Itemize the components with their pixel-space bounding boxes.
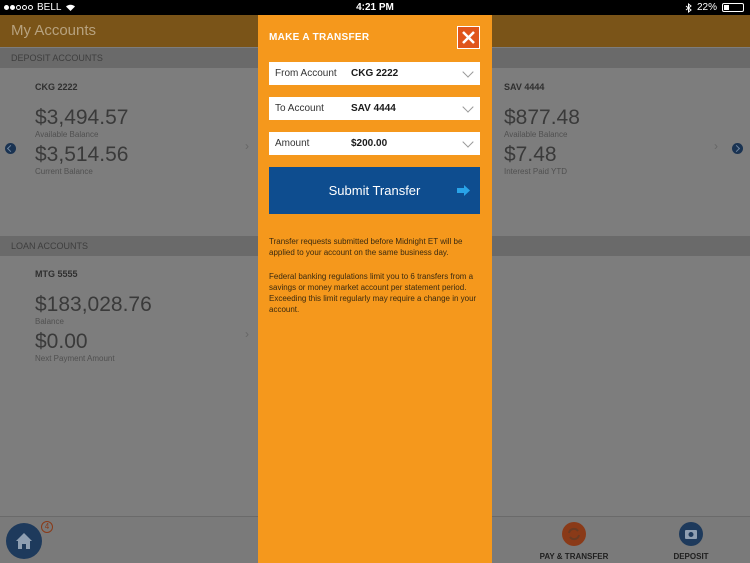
- field-label: To Account: [275, 103, 324, 114]
- bluetooth-icon: [685, 2, 692, 13]
- page-title: My Accounts: [11, 22, 97, 39]
- account-name: CKG 2222: [35, 82, 78, 92]
- transfer-icon: [562, 522, 586, 546]
- close-icon: [462, 31, 475, 44]
- chevron-right-icon: ›: [714, 139, 718, 153]
- current-balance-label: Current Balance: [35, 167, 93, 176]
- notification-badge: 4: [41, 521, 53, 533]
- account-card-sav[interactable]: SAV 4444 $877.48 Available Balance $7.48…: [504, 82, 580, 176]
- home-button[interactable]: [6, 523, 42, 559]
- chevron-down-icon: [462, 101, 474, 113]
- arrow-right-icon: [457, 185, 470, 196]
- loan-balance: $183,028.76: [35, 293, 152, 316]
- account-name: MTG 5555: [35, 269, 78, 279]
- prev-account-icon[interactable]: [5, 143, 16, 154]
- interest-paid-label: Interest Paid YTD: [504, 167, 567, 176]
- loan-balance-label: Balance: [35, 317, 64, 326]
- from-account-select[interactable]: From Account CKG 2222: [269, 62, 480, 85]
- current-balance: $3,514.56: [35, 143, 129, 166]
- transfer-cutoff-note: Transfer requests submitted before Midni…: [269, 237, 463, 257]
- battery-icon: [722, 3, 744, 12]
- account-name: SAV 4444: [504, 82, 545, 92]
- next-payment: $0.00: [35, 330, 88, 353]
- chevron-down-icon: [462, 66, 474, 78]
- tab-pay-transfer[interactable]: PAY & TRANSFER: [535, 522, 613, 561]
- tab-deposit[interactable]: DEPOSIT: [665, 522, 717, 561]
- field-value: $200.00: [351, 138, 388, 149]
- field-label: From Account: [275, 68, 337, 79]
- close-button[interactable]: [457, 26, 480, 49]
- available-balance: $877.48: [504, 106, 580, 129]
- status-bar: BELL 4:21 PM 22%: [0, 0, 750, 15]
- account-card-mtg[interactable]: MTG 5555 $183,028.76 Balance $0.00 Next …: [35, 269, 152, 363]
- to-account-select[interactable]: To Account SAV 4444: [269, 97, 480, 120]
- available-balance-label: Available Balance: [35, 130, 99, 139]
- battery-percent: 22%: [696, 2, 717, 13]
- available-balance: $3,494.57: [35, 106, 129, 129]
- status-right: 22%: [685, 2, 744, 13]
- next-payment-label: Next Payment Amount: [35, 354, 115, 363]
- amount-select[interactable]: Amount $200.00: [269, 132, 480, 155]
- chevron-right-icon: ›: [245, 327, 249, 341]
- field-value: CKG 2222: [351, 68, 399, 79]
- transfer-limit-note: Federal banking regulations limit you to…: [269, 272, 477, 314]
- chevron-right-icon: ›: [245, 139, 249, 153]
- clock: 4:21 PM: [356, 2, 394, 13]
- home-icon: [16, 533, 32, 549]
- modal-title: MAKE A TRANSFER: [269, 32, 370, 43]
- tab-label: PAY & TRANSFER: [539, 552, 609, 561]
- interest-paid: $7.48: [504, 143, 557, 166]
- chevron-down-icon: [462, 136, 474, 148]
- submit-label: Submit Transfer: [328, 183, 421, 198]
- available-balance-label: Available Balance: [504, 130, 568, 139]
- account-card-ckg[interactable]: CKG 2222 $3,494.57 Available Balance $3,…: [35, 82, 128, 176]
- camera-icon: [679, 522, 703, 546]
- field-value: SAV 4444: [351, 103, 396, 114]
- submit-transfer-button[interactable]: Submit Transfer: [269, 167, 480, 214]
- next-account-icon[interactable]: [732, 143, 743, 154]
- transfer-modal: MAKE A TRANSFER From Account CKG 2222 To…: [258, 15, 492, 563]
- tab-label: DEPOSIT: [673, 552, 709, 561]
- field-label: Amount: [275, 138, 310, 149]
